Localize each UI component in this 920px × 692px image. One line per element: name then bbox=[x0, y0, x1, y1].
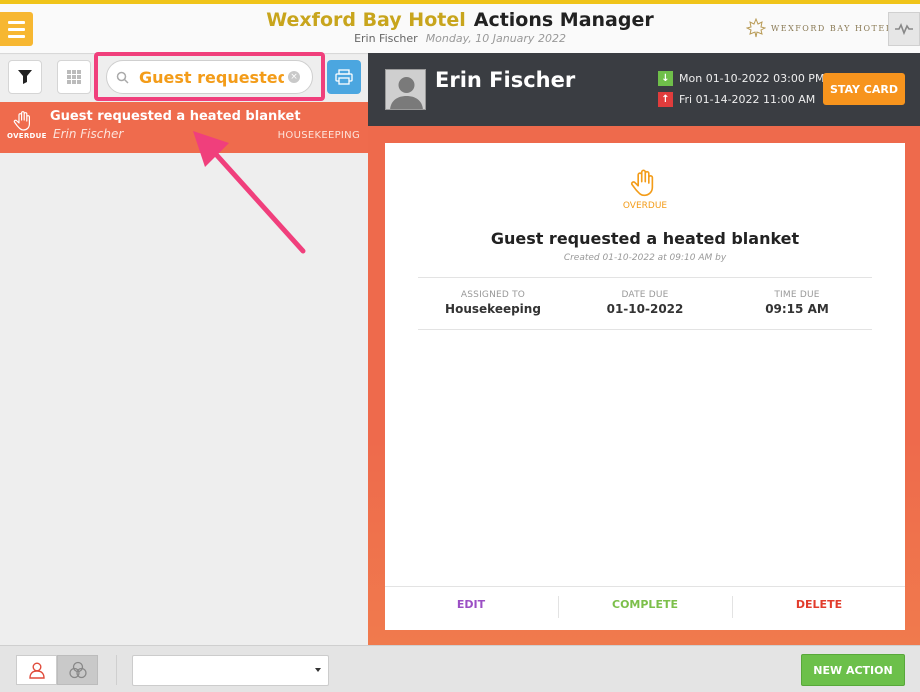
department-select[interactable] bbox=[132, 655, 329, 686]
arrival-arrow-icon: ↓ bbox=[658, 71, 673, 86]
assigned-to-label: ASSIGNED TO bbox=[460, 290, 526, 300]
status-badge: OVERDUE bbox=[7, 132, 47, 140]
list-item-guest-name: Erin Fischer bbox=[53, 127, 124, 141]
date-due-label: DATE DUE bbox=[621, 290, 669, 300]
activity-pulse-icon bbox=[895, 23, 913, 35]
list-item-title: Guest requested a heated blanket bbox=[50, 109, 301, 124]
hotel-name: Wexford Bay Hotel bbox=[266, 9, 466, 31]
departure-arrow-icon: ↑ bbox=[658, 92, 673, 107]
action-detail-card: OVERDUE Guest requested a heated blanket… bbox=[385, 143, 905, 630]
app-header: Wexford Bay Hotel Actions Manager Erin Fi… bbox=[0, 4, 920, 54]
date-due: DATE DUE 01-10-2022 bbox=[570, 290, 720, 316]
stay-card-button[interactable]: STAY CARD bbox=[823, 73, 905, 105]
printer-icon bbox=[335, 69, 353, 85]
divider bbox=[418, 329, 872, 330]
detail-status: OVERDUE bbox=[622, 201, 668, 211]
filter-icon bbox=[18, 70, 32, 84]
search-annotation-highlight bbox=[94, 52, 325, 101]
grid-icon bbox=[67, 70, 81, 84]
stay-dates: ↓ Mon 01-10-2022 03:00 PM ↑ Fri 01-14-20… bbox=[658, 71, 824, 113]
actions-divider bbox=[385, 586, 905, 587]
arrival-date: Mon 01-10-2022 03:00 PM bbox=[679, 72, 825, 85]
divider bbox=[418, 277, 872, 278]
current-user: Erin Fischer bbox=[354, 32, 418, 45]
user-silhouette-icon bbox=[386, 70, 425, 109]
activity-button[interactable] bbox=[888, 12, 920, 46]
maple-leaf-icon bbox=[746, 18, 766, 38]
complete-button[interactable]: COMPLETE bbox=[559, 598, 731, 611]
avatar bbox=[385, 69, 426, 110]
bottom-toolbar: NEW ACTION bbox=[0, 645, 920, 692]
toolbar-separator bbox=[116, 655, 117, 685]
print-button[interactable] bbox=[327, 60, 361, 94]
app-name: Actions Manager bbox=[473, 9, 654, 31]
hotel-logo: WEXFORD BAY HOTEL bbox=[746, 18, 893, 38]
time-due-value: 09:15 AM bbox=[765, 302, 829, 316]
guest-name: Erin Fischer bbox=[435, 68, 576, 92]
time-due: TIME DUE 09:15 AM bbox=[722, 290, 872, 316]
detail-created: Created 01-10-2022 at 09:10 AM by bbox=[563, 253, 727, 263]
delete-button[interactable]: DELETE bbox=[733, 598, 905, 611]
current-date: Monday, 10 January 2022 bbox=[425, 32, 566, 45]
hand-icon bbox=[630, 169, 654, 197]
assigned-to-value: Housekeeping bbox=[445, 302, 541, 316]
chevron-down-icon bbox=[315, 668, 321, 672]
circles-group-icon bbox=[68, 661, 87, 679]
new-action-button[interactable]: NEW ACTION bbox=[801, 654, 905, 686]
filter-button[interactable] bbox=[8, 60, 42, 94]
annotation-arrow bbox=[193, 131, 306, 254]
my-actions-toggle[interactable] bbox=[16, 655, 57, 685]
edit-button[interactable]: EDIT bbox=[385, 598, 557, 611]
user-icon bbox=[28, 662, 45, 679]
grid-view-button[interactable] bbox=[57, 60, 91, 94]
departure-date: Fri 01-14-2022 11:00 AM bbox=[679, 93, 816, 106]
hand-icon bbox=[13, 111, 30, 131]
guest-info-bar: Erin Fischer ↓ Mon 01-10-2022 03:00 PM ↑… bbox=[368, 53, 920, 126]
all-actions-toggle[interactable] bbox=[57, 655, 98, 685]
detail-title: Guest requested a heated blanket bbox=[490, 229, 800, 248]
assigned-to: ASSIGNED TO Housekeeping bbox=[418, 290, 568, 316]
brand-text: WEXFORD BAY HOTEL bbox=[771, 23, 893, 33]
date-due-value: 01-10-2022 bbox=[606, 302, 684, 316]
time-due-label: TIME DUE bbox=[774, 290, 820, 300]
